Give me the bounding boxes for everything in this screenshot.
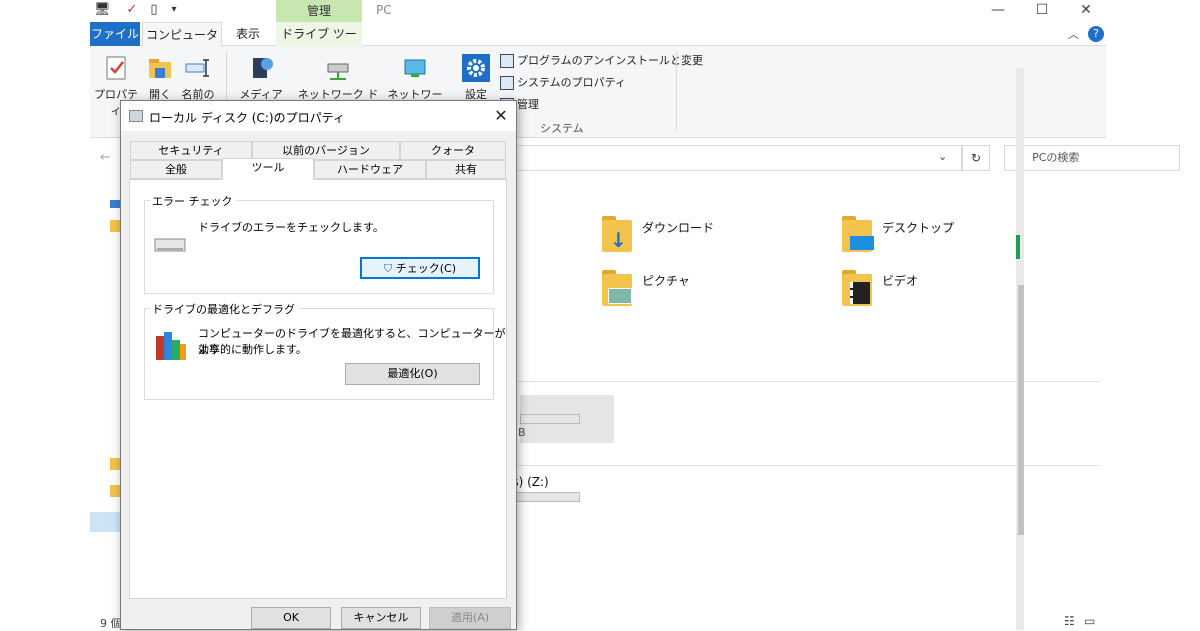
ribbon-divider <box>676 52 677 130</box>
rename-icon <box>185 59 209 77</box>
error-check-group <box>144 200 494 294</box>
network-location-icon <box>404 59 426 77</box>
close-icon[interactable]: ✕ <box>489 105 513 127</box>
folder-label-pictures[interactable]: ピクチャ <box>642 272 690 289</box>
optimize-button[interactable]: 最適化(O) <box>345 363 480 385</box>
close-window-button[interactable]: ✕ <box>1064 0 1108 22</box>
check-button-label: チェック(C) <box>395 262 456 275</box>
dialog-titlebar: ローカル ディスク (C:)のプロパティ ✕ <box>121 101 516 131</box>
uninstall-programs-button[interactable]: プログラムのアンインストールと変更 <box>500 52 703 70</box>
tab-tools[interactable]: ツール <box>222 158 314 180</box>
shield-icon: ⛉ <box>383 262 393 275</box>
tab-hardware[interactable]: ハードウェア <box>314 160 426 179</box>
tab-computer[interactable]: コンピューター <box>142 22 222 66</box>
optimize-title: ドライブの最適化とデフラグ <box>150 301 299 317</box>
address-dropdown-icon[interactable]: ⌄ <box>938 150 947 163</box>
sidebar-folder-icon[interactable] <box>110 458 120 470</box>
context-tab-header: 管理 <box>276 0 362 22</box>
back-arrow-icon[interactable]: ← <box>100 150 111 165</box>
network-drive-icon <box>327 63 349 80</box>
ribbon-tabs: ファイル コンピューター 表示 ドライブ ツール ︿ ? <box>90 22 1106 66</box>
explorer-titlebar: 🖥 ✓ ▯ ▾ 管理 PC — ☐ ✕ <box>90 0 1106 22</box>
properties-quick-icon[interactable]: ✓ <box>124 2 140 18</box>
scrollbar-thumb[interactable] <box>1018 285 1024 535</box>
folder-label-videos[interactable]: ビデオ <box>882 272 918 289</box>
videos-folder-icon[interactable] <box>840 268 876 308</box>
folder-label-downloads[interactable]: ダウンロード <box>642 219 714 236</box>
search-placeholder: PCの検索 <box>1032 151 1080 164</box>
system-properties-label: システムのプロパティ <box>517 76 627 89</box>
folder-open-icon <box>149 59 171 78</box>
pictures-folder-icon[interactable] <box>600 268 636 308</box>
computer-icon[interactable]: 🖥 <box>94 2 111 18</box>
optimize-description-2: 効率的に動作します。 <box>198 343 307 356</box>
error-check-title: エラー チェック <box>150 193 237 209</box>
dialog-title: ローカル ディスク (C:)のプロパティ <box>149 111 345 125</box>
system-properties-icon <box>500 76 514 90</box>
drive-usage-bar <box>520 414 580 424</box>
media-icon <box>253 58 273 78</box>
search-input[interactable]: ⚲ PCの検索 <box>1004 145 1180 171</box>
sidebar-item-pc[interactable] <box>90 512 120 532</box>
desktop-folder-icon[interactable] <box>840 214 876 254</box>
tab-sharing[interactable]: 共有 <box>426 160 506 179</box>
tab-quota[interactable]: クォータ <box>400 141 506 160</box>
properties-icon <box>106 56 126 80</box>
ok-button[interactable]: OK <box>251 607 331 629</box>
system-properties-button[interactable]: システムのプロパティ <box>500 74 626 92</box>
downloads-folder-icon[interactable]: ↓ <box>600 214 636 254</box>
section-divider <box>500 381 1100 382</box>
help-icon[interactable]: ? <box>1088 26 1104 42</box>
details-view-icon[interactable]: ☷ <box>1064 614 1075 628</box>
tools-tab-panel: エラー チェック ドライブのエラーをチェックします。 ⛉ チェック(C) ドライ… <box>129 179 507 599</box>
cancel-button[interactable]: キャンセル <box>341 607 421 629</box>
hard-drive-icon <box>154 238 186 252</box>
item-count-text: 9 個 <box>100 617 122 630</box>
window-title: PC <box>376 3 392 17</box>
disk-properties-dialog: ローカル ディスク (C:)のプロパティ ✕ セキュリティ 以前のバージョン ク… <box>120 100 517 630</box>
uninstall-icon <box>500 54 514 68</box>
sidebar-folder-icon[interactable] <box>110 485 120 497</box>
refresh-button[interactable]: ↻ <box>962 145 990 171</box>
collapse-ribbon-icon[interactable]: ︿ <box>1068 26 1079 42</box>
disk-icon <box>129 110 143 122</box>
ribbon-group-system: システム <box>540 122 584 135</box>
tab-general[interactable]: 全般 <box>130 160 222 179</box>
section-divider <box>500 465 1100 466</box>
check-button[interactable]: ⛉ チェック(C) <box>360 257 480 279</box>
manage-label: 管理 <box>517 98 539 111</box>
error-check-description: ドライブのエラーをチェックします。 <box>198 221 384 234</box>
sidebar-quick-access-icon[interactable] <box>110 200 120 208</box>
quick-access-dropdown-icon[interactable]: ▾ <box>166 2 182 18</box>
sidebar-folder-icon[interactable] <box>110 220 120 232</box>
gear-icon <box>462 54 490 82</box>
defrag-icon <box>156 332 186 360</box>
tab-file[interactable]: ファイル <box>90 22 140 46</box>
apply-button[interactable]: 適用(A) <box>429 607 511 629</box>
minimize-button[interactable]: — <box>976 0 1020 22</box>
tab-drive-tools[interactable]: ドライブ ツール <box>276 22 362 65</box>
folder-label-desktop[interactable]: デスクトップ <box>882 219 954 236</box>
new-folder-quick-icon[interactable]: ▯ <box>146 2 162 18</box>
tab-view[interactable]: 表示 <box>224 22 272 46</box>
large-icons-view-icon[interactable]: ▭ <box>1084 614 1095 628</box>
drive-bar-edge <box>1016 235 1020 259</box>
maximize-button[interactable]: ☐ <box>1020 0 1064 22</box>
address-bar[interactable] <box>510 145 962 171</box>
drive-size-text: B <box>518 426 526 439</box>
